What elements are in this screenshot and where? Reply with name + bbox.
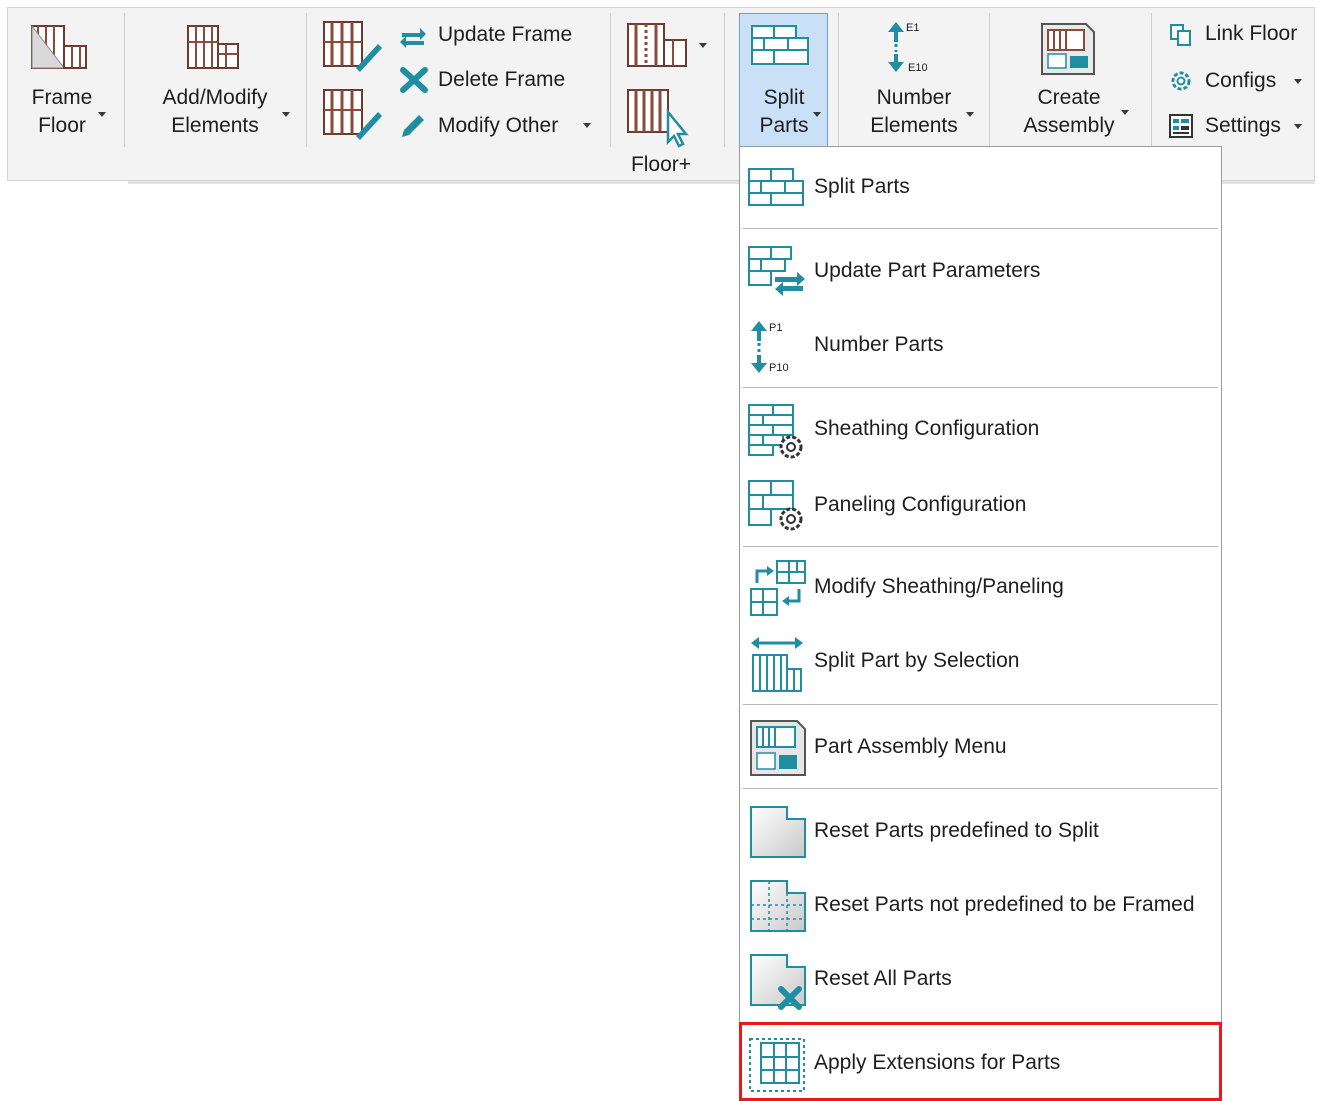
split-parts-icon bbox=[748, 168, 804, 206]
number-icon-bottom: E10 bbox=[908, 62, 928, 74]
menu-item-split-parts[interactable]: Split Parts bbox=[740, 163, 1221, 211]
ribbon-separator bbox=[838, 13, 839, 147]
menu-separator bbox=[743, 704, 1218, 705]
number-elements-label-1: Number bbox=[876, 86, 952, 109]
floor-frame-icon[interactable] bbox=[626, 22, 690, 70]
chevron-down-icon bbox=[583, 123, 591, 128]
create-assembly-label-1: Create bbox=[1037, 86, 1101, 109]
reset-all-parts-icon bbox=[750, 954, 806, 1010]
menu-item-paneling-configuration[interactable]: Paneling Configuration bbox=[740, 477, 1221, 537]
menu-item-label: Number Parts bbox=[814, 333, 944, 356]
chevron-down-icon bbox=[98, 112, 106, 117]
reset-parts-not-predefined-icon bbox=[750, 880, 806, 932]
chevron-down-icon bbox=[1294, 124, 1302, 129]
ribbon-separator bbox=[124, 13, 125, 147]
menu-item-sheathing-configuration[interactable]: Sheathing Configuration bbox=[740, 401, 1221, 463]
settings-label: Settings bbox=[1205, 114, 1281, 137]
chevron-down-icon bbox=[282, 112, 290, 117]
menu-item-reset-all-parts[interactable]: Reset All Parts bbox=[740, 949, 1221, 1013]
menu-item-label: Modify Sheathing/Paneling bbox=[814, 575, 1064, 598]
split-parts-label-1: Split bbox=[763, 86, 805, 109]
settings-panel-icon bbox=[1169, 114, 1193, 138]
menu-item-number-parts[interactable]: P1 P10 Number Parts bbox=[740, 317, 1221, 379]
chevron-down-icon bbox=[1121, 110, 1129, 115]
menu-item-label: Reset All Parts bbox=[814, 967, 952, 990]
select-frame-icon[interactable] bbox=[626, 86, 690, 148]
update-frame-label: Update Frame bbox=[438, 23, 573, 46]
ribbon-separator bbox=[989, 13, 990, 147]
link-icon bbox=[1170, 24, 1191, 46]
menu-item-label: Reset Parts not predefined to be Framed bbox=[814, 893, 1195, 916]
menu-item-label: Split Part by Selection bbox=[814, 649, 1020, 672]
chevron-down-icon bbox=[1294, 79, 1302, 84]
ribbon-separator bbox=[610, 13, 611, 147]
configs-label: Configs bbox=[1205, 69, 1277, 92]
number-parts-icon: P1 P10 bbox=[751, 321, 789, 374]
menu-separator bbox=[743, 788, 1218, 789]
update-part-parameters-icon bbox=[748, 246, 805, 296]
modify-sheathing-paneling-icon bbox=[750, 560, 806, 616]
paneling-configuration-icon bbox=[748, 480, 803, 531]
numbering-arrows-icon: E1 E10 bbox=[888, 22, 928, 74]
menu-item-part-assembly-menu[interactable]: Part Assembly Menu bbox=[740, 717, 1221, 781]
ribbon-separator bbox=[1151, 13, 1152, 147]
menu-item-update-part-parameters[interactable]: Update Part Parameters bbox=[740, 243, 1221, 301]
add-modify-label-2: Elements bbox=[171, 114, 259, 137]
number-icon-top: E1 bbox=[906, 22, 919, 34]
frame-floor-label-1: Frame bbox=[31, 86, 93, 109]
ribbon-separator bbox=[724, 13, 725, 147]
menu-item-reset-parts-not-predefined[interactable]: Reset Parts not predefined to be Framed bbox=[740, 875, 1221, 939]
close-icon bbox=[400, 67, 428, 93]
number-parts-icon-bottom: P10 bbox=[769, 362, 789, 374]
menu-separator bbox=[743, 387, 1218, 388]
part-assembly-menu-icon bbox=[750, 720, 806, 776]
chevron-down-icon bbox=[813, 112, 821, 117]
menu-item-reset-parts-predefined[interactable]: Reset Parts predefined to Split bbox=[740, 801, 1221, 865]
split-parts-dropdown-menu: Split Parts Update Part Parameters P1 P1… bbox=[739, 146, 1222, 1101]
floor-plus-label: Floor+ bbox=[630, 153, 692, 176]
brick-wall-icon bbox=[751, 25, 809, 65]
menu-separator bbox=[743, 228, 1218, 229]
assembly-sheet-icon bbox=[1041, 23, 1095, 75]
split-parts-label-2: Parts bbox=[759, 114, 809, 137]
sheathing-configuration-icon bbox=[748, 404, 803, 459]
modify-frame-large-icon[interactable] bbox=[320, 86, 384, 142]
frame-floor-icon bbox=[31, 24, 87, 69]
menu-item-label: Update Part Parameters bbox=[814, 259, 1041, 282]
menu-separator bbox=[743, 546, 1218, 547]
delete-frame-label: Delete Frame bbox=[438, 68, 566, 91]
menu-item-label: Part Assembly Menu bbox=[814, 735, 1007, 758]
menu-item-modify-sheathing-paneling[interactable]: Modify Sheathing/Paneling bbox=[740, 557, 1221, 621]
number-parts-icon-top: P1 bbox=[769, 322, 782, 334]
menu-item-label: Paneling Configuration bbox=[814, 493, 1027, 516]
chevron-down-icon bbox=[966, 112, 974, 117]
ribbon-separator bbox=[306, 13, 307, 147]
highlight-box bbox=[739, 1022, 1222, 1101]
modify-other-label: Modify Other bbox=[438, 114, 559, 137]
reset-parts-predefined-icon bbox=[750, 806, 806, 858]
split-part-by-selection-icon bbox=[751, 637, 803, 692]
gear-icon bbox=[1171, 71, 1191, 91]
add-modify-elements-icon bbox=[187, 25, 239, 69]
refresh-arrows-icon bbox=[400, 28, 426, 48]
add-modify-label-1: Add/Modify bbox=[162, 86, 268, 109]
pencil-icon bbox=[402, 115, 424, 137]
frame-floor-label-2: Floor bbox=[38, 114, 86, 137]
menu-item-label: Reset Parts predefined to Split bbox=[814, 819, 1099, 842]
menu-item-label: Sheathing Configuration bbox=[814, 417, 1040, 440]
update-frame-large-icon[interactable] bbox=[320, 18, 384, 74]
menu-item-split-part-by-selection[interactable]: Split Part by Selection bbox=[740, 631, 1221, 697]
create-assembly-label-2: Assembly bbox=[1023, 114, 1115, 137]
menu-item-label: Split Parts bbox=[814, 175, 910, 198]
link-floor-label: Link Floor bbox=[1205, 22, 1298, 45]
number-elements-label-2: Elements bbox=[870, 114, 958, 137]
chevron-down-icon bbox=[699, 43, 707, 48]
